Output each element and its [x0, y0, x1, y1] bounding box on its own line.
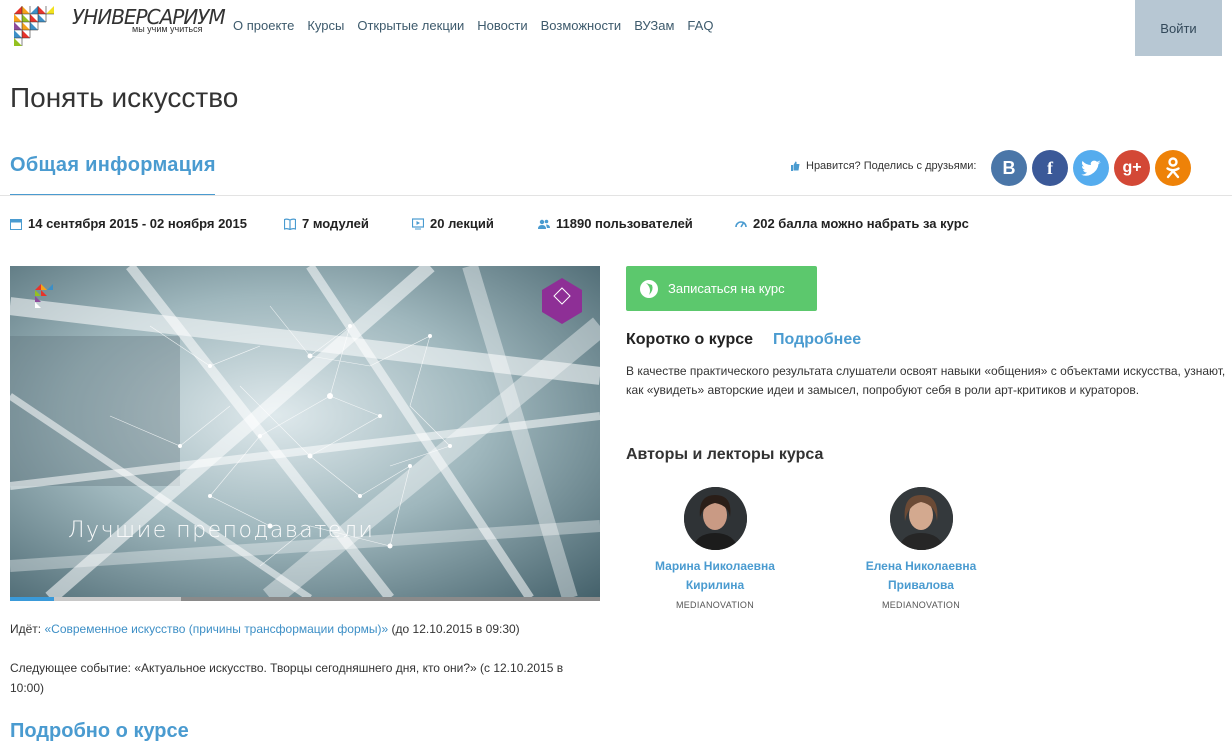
enroll-icon: [640, 279, 658, 298]
univer-logo-icon[interactable]: [14, 6, 58, 48]
speedometer-icon: [735, 220, 747, 227]
author-last-name: Привалова: [888, 578, 954, 592]
course-stats: 14 сентября 2015 - 02 ноября 2015 7 моду…: [10, 216, 969, 231]
odnoklassniki-share-icon[interactable]: [1155, 150, 1191, 186]
video-player[interactable]: Лучшие преподаватели: [10, 266, 600, 598]
nav-news[interactable]: Новости: [477, 18, 527, 34]
stat-modules-text: 7 модулей: [302, 216, 369, 231]
login-button[interactable]: Войти: [1135, 0, 1222, 56]
nav-universities[interactable]: ВУЗам: [634, 18, 674, 34]
details-heading: Подробно о курсе: [10, 720, 189, 742]
nav-opportunities[interactable]: Возможности: [541, 18, 622, 34]
current-event-suffix: (до 12.10.2015 в 09:30): [391, 622, 520, 636]
tab-short-about[interactable]: Коротко о курсе: [626, 331, 753, 349]
video-screen-icon: [412, 217, 424, 229]
tab-more-details[interactable]: Подробнее: [773, 331, 861, 349]
users-icon: [538, 219, 550, 229]
facebook-share-icon[interactable]: f: [1032, 150, 1068, 186]
about-text: В качестве практического результата слуш…: [626, 364, 1226, 397]
vk-share-icon[interactable]: B: [991, 150, 1027, 186]
stat-users: 11890 пользователей: [538, 216, 735, 231]
enroll-label: Записаться на курс: [668, 281, 785, 296]
divider: [0, 195, 1232, 196]
twitter-share-icon[interactable]: [1073, 150, 1109, 186]
stat-dates: 14 сентября 2015 - 02 ноября 2015: [10, 216, 284, 231]
author-org: MEDIANOVATION: [675, 600, 755, 610]
author-name[interactable]: Елена Николаевна Привалова: [846, 557, 996, 595]
share-prompt: Нравится? Поделись с друзьями:: [790, 160, 976, 172]
author-name[interactable]: Марина Николаевна Кирилина: [640, 557, 790, 595]
nav-faq[interactable]: FAQ: [687, 18, 713, 34]
share-label: Нравится? Поделись с друзьями:: [806, 160, 977, 172]
video-progress-bar[interactable]: [10, 597, 600, 601]
calendar-icon: [10, 218, 22, 230]
stat-modules: 7 модулей: [284, 216, 412, 231]
stat-dates-text: 14 сентября 2015 - 02 ноября 2015: [28, 216, 248, 231]
book-icon: [284, 218, 296, 230]
author-card[interactable]: Марина Николаевна Кирилина MEDIANOVATION: [640, 487, 790, 610]
google-plus-share-icon[interactable]: g+: [1114, 150, 1150, 186]
stat-lectures-text: 20 лекций: [430, 216, 494, 231]
video-caption: Лучшие преподаватели: [68, 518, 375, 543]
nav-courses[interactable]: Курсы: [307, 18, 344, 34]
stat-points: 202 балла можно набрать за курс: [735, 216, 969, 231]
current-event: Идёт: «Современное искусство (причины тр…: [10, 622, 520, 636]
next-event: Следующее событие: «Актуальное искусство…: [10, 661, 564, 695]
stat-points-text: 202 балла можно набрать за курс: [753, 216, 969, 231]
avatar[interactable]: [889, 487, 953, 550]
video-frame: [10, 266, 600, 598]
avatar[interactable]: [683, 487, 747, 550]
main-nav: О проекте Курсы Открытые лекции Новости …: [233, 18, 713, 34]
stat-lectures: 20 лекций: [412, 216, 538, 231]
tab-general-info[interactable]: Общая информация: [10, 154, 216, 177]
enroll-button[interactable]: Записаться на курс: [626, 266, 817, 311]
share-buttons: B f g+: [991, 150, 1191, 186]
site-header: УНИВЕРСАРИУМ мы учим учиться О проекте К…: [0, 0, 1232, 56]
author-card[interactable]: Елена Николаевна Привалова MEDIANOVATION: [846, 487, 996, 610]
nav-about[interactable]: О проекте: [233, 18, 294, 34]
brand-tagline: мы учим учиться: [132, 24, 203, 34]
page-title: Понять искусство: [10, 82, 239, 113]
about-tabs: Коротко о курсе Подробнее: [626, 331, 861, 349]
author-first-name: Марина Николаевна: [655, 559, 775, 573]
author-org: MEDIANOVATION: [881, 600, 961, 610]
nav-open-lectures[interactable]: Открытые лекции: [357, 18, 464, 34]
author-first-name: Елена Николаевна: [865, 559, 977, 573]
current-event-link[interactable]: «Современное искусство (причины трансфор…: [44, 622, 388, 636]
stat-users-text: 11890 пользователей: [556, 216, 693, 231]
current-event-prefix: Идёт:: [10, 622, 42, 636]
authors-title: Авторы и лекторы курса: [626, 446, 824, 463]
brand[interactable]: УНИВЕРСАРИУМ мы учим учиться: [72, 4, 226, 34]
thumbs-up-icon: [791, 161, 800, 171]
video-buffer-fill: [181, 597, 600, 601]
author-last-name: Кирилина: [685, 578, 745, 592]
video-played-fill: [10, 597, 55, 601]
